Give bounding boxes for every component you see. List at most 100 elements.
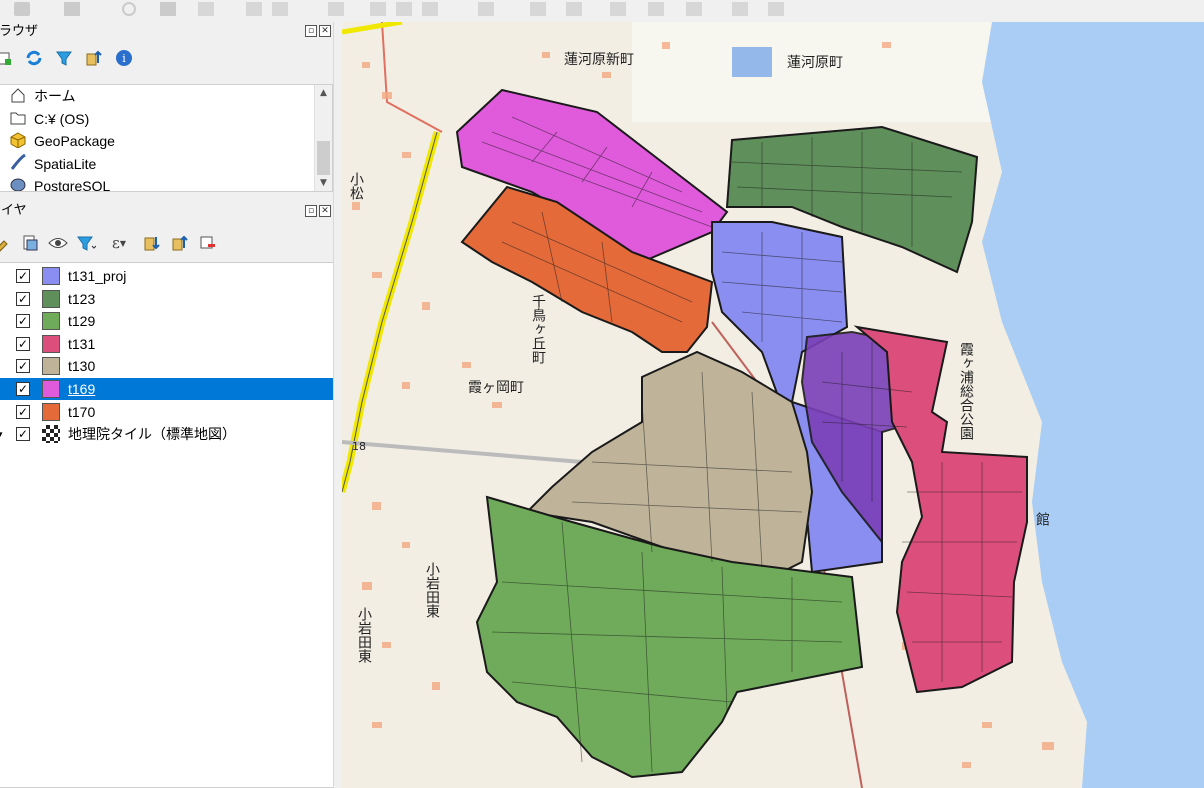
toolbar-icon[interactable] <box>272 2 288 16</box>
place-label: 蓮河原町 <box>787 55 843 71</box>
layer-name: t170 <box>68 403 96 420</box>
place-label: 霞ヶ岡町 <box>468 380 524 396</box>
collapse-all-icon[interactable] <box>170 233 190 253</box>
layer-name: t123 <box>68 290 96 307</box>
layer-row[interactable]: ✓ t170 <box>0 401 333 423</box>
browser-item-drive[interactable]: C:¥ (OS) <box>0 108 332 131</box>
road-number: 18 <box>352 440 366 453</box>
layers-panel-title: レイヤ <box>0 203 27 218</box>
toolbar-icon[interactable] <box>370 2 386 16</box>
main-toolbar <box>0 0 1204 23</box>
home-icon <box>10 87 26 106</box>
layer-row[interactable]: ✓ t123 <box>0 288 333 310</box>
close-panel-button[interactable]: ✕ <box>319 25 331 37</box>
browser-scrollbar[interactable]: ▲ ▼ <box>314 85 332 191</box>
layers-toolbar: ε ▼ <box>0 229 218 257</box>
place-label: 小岩田東 <box>424 562 440 618</box>
expand-all-icon[interactable] <box>142 233 162 253</box>
close-panel-button[interactable]: ✕ <box>319 205 331 217</box>
place-label: 小松 <box>348 172 364 200</box>
layer-color-swatch <box>42 289 60 308</box>
layer-row[interactable]: ✓ t131_proj <box>0 265 333 287</box>
toolbar-icon[interactable] <box>198 2 214 16</box>
float-panel-button[interactable]: ▫ <box>305 25 317 37</box>
add-layer-icon[interactable] <box>0 48 14 68</box>
layer-row[interactable]: ✓ t129 <box>0 310 333 332</box>
browser-item-geopackage[interactable]: GeoPackage <box>0 130 332 153</box>
browser-item-spatialite[interactable]: SpatiaLite <box>0 153 332 176</box>
layer-visibility-checkbox[interactable]: ✓ <box>16 382 30 396</box>
layer-color-swatch <box>42 267 60 285</box>
place-label: 小岩田東 <box>356 607 372 663</box>
toolbar-icon[interactable] <box>530 2 546 16</box>
postgresql-icon <box>10 177 26 191</box>
toolbar-icon[interactable] <box>648 2 664 16</box>
layer-visibility-checkbox[interactable]: ✓ <box>16 359 30 374</box>
place-label: 蓮河原新町 <box>564 52 634 68</box>
expression-filter-icon[interactable]: ε ▼ <box>104 233 134 253</box>
toolbar-icon[interactable] <box>122 2 136 16</box>
layers-tree: ✓ t131_proj ✓ t123 ✓ t129 ✓ t131 ✓ t130 ✓ t169 ✓ t170… <box>0 262 333 788</box>
layer-color-swatch <box>42 334 60 353</box>
layer-row[interactable]: ✓ t169 <box>0 378 333 400</box>
toolbar-icon[interactable] <box>686 2 702 16</box>
layer-visibility-checkbox[interactable]: ✓ <box>16 404 30 419</box>
expand-arrow-icon[interactable]: ▾ <box>0 429 3 440</box>
browser-panel-title: ブラウザ <box>0 24 39 39</box>
layer-row[interactable]: ✓ t130 <box>0 355 333 377</box>
layer-row[interactable]: ✓ ▾ 地理院タイル（標準地図） <box>0 423 333 445</box>
layer-visibility-checkbox[interactable]: ✓ <box>16 269 30 283</box>
layer-name: t130 <box>68 358 96 375</box>
scroll-up-icon[interactable]: ▲ <box>315 85 332 101</box>
layer-visibility-checkbox[interactable]: ✓ <box>16 336 30 351</box>
layer-color-swatch <box>42 312 60 331</box>
toolbar-icon[interactable] <box>14 2 30 16</box>
toolbar-icon[interactable] <box>396 2 412 16</box>
filter-icon[interactable] <box>54 48 74 68</box>
layer-row[interactable]: ✓ t131 <box>0 333 333 355</box>
add-group-icon[interactable] <box>20 233 40 253</box>
browser-item-home[interactable]: ホーム <box>0 85 332 108</box>
layers-panel: レイヤ ▫ ✕ ε▼ ✓ t131_proj ✓ t123 ✓ t129 ✓ t131 ✓ t13… <box>0 198 333 788</box>
scroll-thumb[interactable] <box>317 141 330 175</box>
toolbar-icon[interactable] <box>478 2 494 16</box>
browser-tree: ホーム C:¥ (OS) GeoPackage SpatiaLite Postg… <box>0 84 333 192</box>
toolbar-icon[interactable] <box>732 2 748 16</box>
panel-controls: ▫ ✕ <box>305 25 331 37</box>
remove-layer-icon[interactable] <box>198 233 218 253</box>
toolbar-icon[interactable] <box>566 2 582 16</box>
collapse-all-icon[interactable] <box>84 48 104 68</box>
toolbar-icon[interactable] <box>246 2 262 16</box>
place-label: 霞ヶ浦総合公園 <box>958 342 974 440</box>
toolbar-icon[interactable] <box>160 2 176 16</box>
toolbar-icon[interactable] <box>64 2 80 16</box>
toolbar-icon[interactable] <box>328 2 344 16</box>
panel-controls: ▫ ✕ <box>305 205 331 217</box>
spatialite-icon <box>10 153 26 173</box>
geopackage-icon <box>10 132 26 151</box>
browser-panel: ブラウザ ▫ ✕ i ホーム C:¥ (OS) GeoPackage Spati… <box>0 22 333 192</box>
refresh-icon[interactable] <box>24 48 44 68</box>
layer-color-swatch <box>42 357 60 376</box>
folder-icon <box>10 109 26 128</box>
toolbar-icon[interactable] <box>610 2 626 16</box>
scroll-down-icon[interactable]: ▼ <box>315 175 332 191</box>
layer-visibility-checkbox[interactable]: ✓ <box>16 291 30 306</box>
layer-name: 地理院タイル（標準地図） <box>68 426 236 443</box>
map-canvas[interactable]: 蓮河原新町 蓮河原町 小松 千鳥ヶ丘町 霞ヶ岡町 小岩田東 小岩田東 霞ヶ浦総合… <box>342 22 1204 788</box>
layer-name: t131_proj <box>68 268 127 284</box>
eye-icon[interactable] <box>48 233 68 253</box>
toolbar-icon[interactable] <box>422 2 438 16</box>
style-brush-icon[interactable] <box>0 233 12 253</box>
browser-item-postgresql[interactable]: PostgreSQL <box>0 175 332 191</box>
svg-text:i: i <box>122 52 126 65</box>
layer-name: t131 <box>68 335 96 352</box>
filter-icon[interactable] <box>76 233 96 253</box>
layer-visibility-checkbox[interactable]: ✓ <box>16 427 30 442</box>
float-panel-button[interactable]: ▫ <box>305 205 317 217</box>
layer-visibility-checkbox[interactable]: ✓ <box>16 314 30 329</box>
info-icon[interactable]: i <box>114 48 134 68</box>
layer-color-swatch <box>42 402 60 421</box>
toolbar-icon[interactable] <box>768 2 784 16</box>
map-svg: 蓮河原新町 蓮河原町 小松 千鳥ヶ丘町 霞ヶ岡町 小岩田東 小岩田東 霞ヶ浦総合… <box>342 22 1204 788</box>
